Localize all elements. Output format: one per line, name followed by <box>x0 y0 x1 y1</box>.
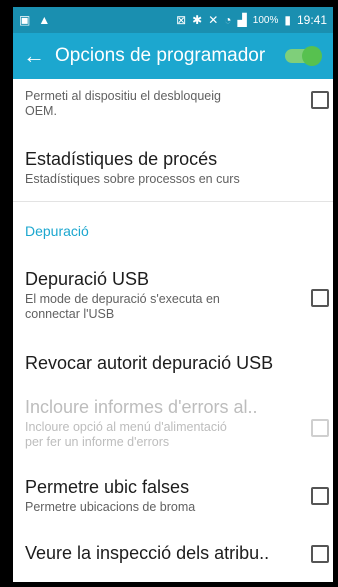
usb-debugging-item[interactable]: Depuració USB El mode de depuració s'exe… <box>25 269 321 322</box>
oem-unlock-checkbox[interactable] <box>311 91 329 109</box>
attribute-inspection-title: Veure la inspecció dels atribu.. <box>25 543 270 563</box>
process-stats-title: Estadístiques de procés <box>25 149 218 169</box>
oem-unlock-item[interactable]: Permeti al dispositiu el desbloqueig OEM… <box>25 87 321 119</box>
mock-locations-subtitle: Permetre ubicacions de broma <box>25 500 196 514</box>
nfc-icon: ⊠ <box>176 13 187 27</box>
usb-debugging-title: Depuració USB <box>25 269 150 289</box>
process-stats-subtitle: Estadístiques sobre processos en curs <box>25 172 240 186</box>
settings-list: Permeti al dispositiu el desbloqueig OEM… <box>13 79 333 582</box>
mock-locations-item[interactable]: Permetre ubic falses Permetre ubicacions… <box>25 477 321 515</box>
developer-options-toggle[interactable] <box>285 46 322 66</box>
section-divider <box>13 201 333 202</box>
attribute-inspection-checkbox[interactable] <box>311 545 329 563</box>
app-bar: ← Opcions de programador <box>13 33 333 79</box>
process-stats-item[interactable]: Estadístiques de procés Estadístiques so… <box>25 149 321 187</box>
alert-icon: ▲ <box>38 13 51 27</box>
page-title: Opcions de programador <box>55 45 266 66</box>
revoke-usb-auth-title: Revocar autorit depuració USB <box>25 353 274 373</box>
bluetooth-icon: ✱ <box>192 13 203 27</box>
battery-icon: ▮ <box>284 13 291 27</box>
phone-screen: ▣ ▲ ⊠ ✱ ✕ ◔ ▟ 100% ▮ 19:41 ← Opcions de … <box>13 7 333 582</box>
bug-report-item: Incloure informes d'errors al.. Incloure… <box>25 397 321 450</box>
bug-report-subtitle: Incloure opció al menú d'alimentació per… <box>25 420 227 449</box>
usb-debugging-subtitle: El mode de depuració s'executa en connec… <box>25 292 220 321</box>
signal-icon: ▟ <box>237 13 247 27</box>
oem-unlock-subtitle: Permeti al dispositiu el desbloqueig OEM… <box>25 89 221 118</box>
usb-debugging-checkbox[interactable] <box>311 289 329 307</box>
image-icon: ▣ <box>19 13 31 27</box>
clock: 19:41 <box>296 13 327 27</box>
wifi-icon: ◔ <box>224 13 232 27</box>
bug-report-checkbox <box>311 419 329 437</box>
section-debugging: Depuració <box>25 223 89 239</box>
toggle-knob <box>302 46 322 66</box>
mock-locations-checkbox[interactable] <box>311 487 329 505</box>
bug-report-title: Incloure informes d'errors al.. <box>25 397 258 417</box>
battery-percent: 100% <box>252 14 279 26</box>
attribute-inspection-item[interactable]: Veure la inspecció dels atribu.. <box>25 543 321 564</box>
mock-locations-title: Permetre ubic falses <box>25 477 190 497</box>
back-arrow-icon[interactable]: ← <box>23 43 49 69</box>
status-bar: ▣ ▲ ⊠ ✱ ✕ ◔ ▟ 100% ▮ 19:41 <box>13 7 333 33</box>
mute-icon: ✕ <box>208 13 219 27</box>
revoke-usb-auth-item[interactable]: Revocar autorit depuració USB <box>25 353 321 374</box>
